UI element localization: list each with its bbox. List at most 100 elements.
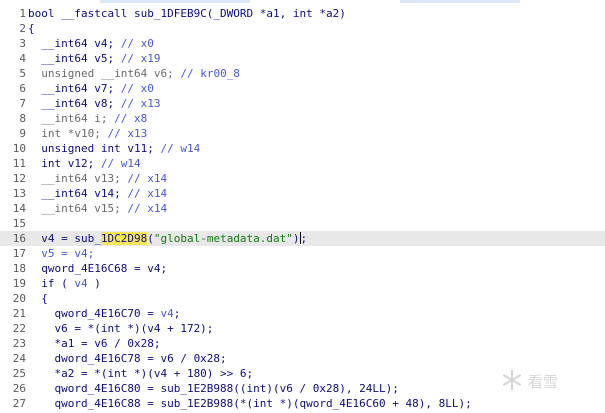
code-text[interactable]: __int64 v4; // x0: [28, 36, 154, 51]
code-line[interactable]: 12 __int64 v13; // x14: [0, 171, 605, 186]
code-text[interactable]: {: [28, 291, 48, 306]
code-line[interactable]: 9 int *v10; // x13: [0, 126, 605, 141]
code-text[interactable]: qword_4E16C80 = sub_1E2B988((int)(v6 / 0…: [28, 381, 398, 396]
code-text[interactable]: __int64 v8; // x13: [28, 96, 160, 111]
code-comment: // x14: [127, 202, 168, 215]
line-number: 26: [12, 382, 26, 395]
line-number: 16: [12, 232, 26, 245]
code-line[interactable]: 5 unsigned __int64 v6; // kr00_8: [0, 66, 605, 81]
code-token: int v12;: [28, 157, 101, 170]
code-token: __int64 v4;: [28, 37, 121, 50]
code-text[interactable]: qword_4E16C88 = sub_1E2B988(*(int *)(qwo…: [28, 396, 472, 411]
code-comment: v4: [160, 307, 174, 320]
code-line[interactable]: 19 if ( v4 ): [0, 276, 605, 291]
pseudocode-view[interactable]: 1 bool __fastcall sub_1DFEB9C(_DWORD *a1,…: [0, 3, 605, 413]
code-text[interactable]: int v12; // w14: [28, 156, 141, 171]
code-text[interactable]: __int64 v7; // x0: [28, 81, 154, 96]
code-text[interactable]: __int64 i; // x8: [28, 111, 147, 126]
code-text[interactable]: __int64 v5; // x19: [28, 51, 160, 66]
line-number: 15: [12, 217, 26, 230]
code-text[interactable]: __int64 v14; // x14: [28, 186, 167, 201]
code-text[interactable]: *a1 = v6 / 0x28;: [28, 336, 160, 351]
code-line[interactable]: 6 __int64 v7; // x0: [0, 81, 605, 96]
code-line[interactable]: 15: [0, 216, 605, 231]
code-text[interactable]: {: [28, 21, 35, 36]
line-number: 25: [12, 367, 26, 380]
code-text[interactable]: int *v10; // x13: [28, 126, 147, 141]
code-line[interactable]: 27 qword_4E16C88 = sub_1E2B988(*(int *)(…: [0, 396, 605, 411]
line-number: 12: [12, 172, 26, 185]
line-number: 24: [12, 352, 26, 365]
code-token: dword_4E16C78 = v6 / 0x28;: [28, 352, 227, 365]
code-text[interactable]: bool __fastcall sub_1DFEB9C(_DWORD *a1, …: [28, 6, 346, 21]
code-comment: // w14: [100, 157, 141, 170]
code-text[interactable]: v5 = v4;: [28, 246, 94, 261]
code-line[interactable]: 13 __int64 v14; // x14: [0, 186, 605, 201]
line-number: 19: [12, 277, 26, 290]
highlighted-token: 1DC2D98: [100, 232, 148, 245]
code-line[interactable]: 14 __int64 v15; // x14: [0, 201, 605, 216]
code-text[interactable]: *a2 = *(int *)(v4 + 180) >> 6;: [28, 366, 253, 381]
code-text[interactable]: qword_4E16C68 = v4;: [28, 261, 167, 276]
code-token: v4 = sub_: [28, 232, 101, 245]
line-number: 1: [19, 7, 26, 20]
code-line[interactable]: 11 int v12; // w14: [0, 156, 605, 171]
line-number: 20: [12, 292, 26, 305]
code-text[interactable]: if ( v4 ): [28, 276, 101, 291]
line-number: 18: [12, 262, 26, 275]
line-number: 3: [19, 37, 26, 50]
code-comment: // x14: [127, 187, 168, 200]
watermark: 看雪: [500, 368, 600, 392]
code-line[interactable]: 1 bool __fastcall sub_1DFEB9C(_DWORD *a1,…: [0, 6, 605, 21]
code-token: bool __fastcall sub_1DFEB9C(_DWORD *a1, …: [28, 7, 346, 20]
code-line[interactable]: 8 __int64 i; // x8: [0, 111, 605, 126]
code-comment: v4: [74, 277, 88, 290]
code-comment: // x13: [120, 97, 161, 110]
line-number: 21: [12, 307, 26, 320]
code-line[interactable]: 21 qword_4E16C70 = v4;: [0, 306, 605, 321]
code-token: __int64 i;: [28, 112, 115, 125]
code-comment: // x0: [120, 37, 154, 50]
code-text[interactable]: v6 = *(int *)(v4 + 172);: [28, 321, 213, 336]
line-number: 23: [12, 337, 26, 350]
code-line[interactable]: 24 dword_4E16C78 = v6 / 0x28;: [0, 351, 605, 366]
code-text[interactable]: dword_4E16C78 = v6 / 0x28;: [28, 351, 227, 366]
line-number: 10: [12, 142, 26, 155]
code-token: *a2 = *(int *)(v4 + 180) >> 6;: [28, 367, 254, 380]
code-comment: // x14: [127, 172, 168, 185]
code-line[interactable]: 23 *a1 = v6 / 0x28;: [0, 336, 605, 351]
code-line[interactable]: 20 {: [0, 291, 605, 306]
code-token: __int64 v5;: [28, 52, 121, 65]
code-text[interactable]: __int64 v15; // x14: [28, 201, 167, 216]
code-token: int *v10;: [28, 127, 108, 140]
line-number: 5: [19, 67, 26, 80]
code-token: qword_4E16C70 =: [28, 307, 161, 320]
code-text[interactable]: qword_4E16C70 = v4;: [28, 306, 180, 321]
code-token: __int64 v14;: [28, 187, 128, 200]
code-token: {: [28, 292, 48, 305]
code-token: __int64 v13;: [28, 172, 128, 185]
code-line[interactable]: 18 qword_4E16C68 = v4;: [0, 261, 605, 276]
line-number: 14: [12, 202, 26, 215]
code-comment: // x13: [107, 127, 148, 140]
code-text[interactable]: unsigned int v11; // w14: [28, 141, 200, 156]
code-line[interactable]: 4 __int64 v5; // x19: [0, 51, 605, 66]
code-token: qword_4E16C68 = v4;: [28, 262, 168, 275]
code-token: __int64 v7;: [28, 82, 121, 95]
watermark-text: 看雪: [528, 373, 559, 391]
code-line[interactable]: 2{: [0, 21, 605, 36]
code-token: qword_4E16C88 = sub_1E2B988(*(int *)(qwo…: [28, 397, 472, 410]
code-comment: // x19: [120, 52, 161, 65]
code-line[interactable]: 22 v6 = *(int *)(v4 + 172);: [0, 321, 605, 336]
code-token: __int64 v8;: [28, 97, 121, 110]
code-text[interactable]: __int64 v13; // x14: [28, 171, 167, 186]
code-line[interactable]: 7 __int64 v8; // x13: [0, 96, 605, 111]
code-text[interactable]: v4 = sub_1DC2D98("global-metadata.dat");: [28, 231, 307, 246]
code-text[interactable]: unsigned __int64 v6; // kr00_8: [28, 66, 240, 81]
code-token: if (: [28, 277, 75, 290]
code-line[interactable]: 10 unsigned int v11; // w14: [0, 141, 605, 156]
code-line[interactable]: 16 v4 = sub_1DC2D98("global-metadata.dat…: [0, 231, 605, 246]
line-number: 2: [19, 22, 26, 35]
code-line[interactable]: 17 v5 = v4;: [0, 246, 605, 261]
code-line[interactable]: 3 __int64 v4; // x0: [0, 36, 605, 51]
